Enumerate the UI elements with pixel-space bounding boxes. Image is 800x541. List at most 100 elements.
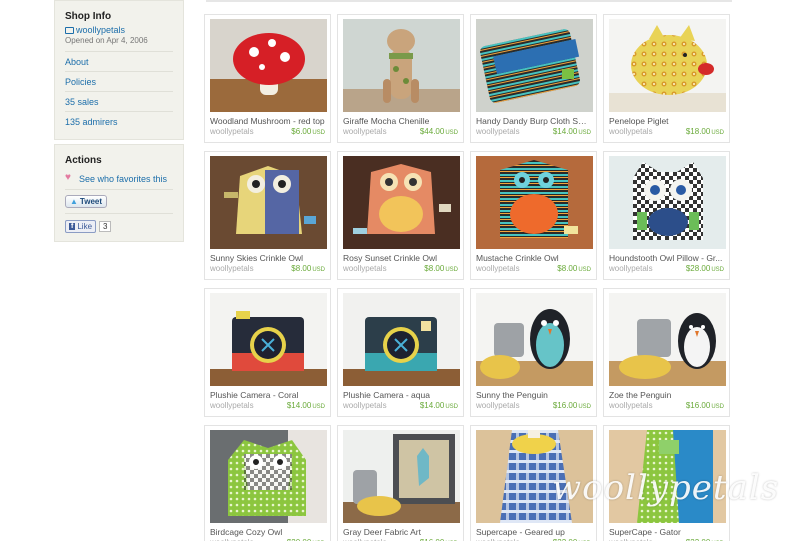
listing-title[interactable]: Sunny the Penguin — [476, 390, 591, 400]
listing-currency: USD — [312, 267, 325, 273]
sales-link[interactable]: 35 sales — [65, 91, 173, 111]
listing-title[interactable]: Gray Deer Fabric Art — [343, 527, 458, 537]
listing-card[interactable]: Sunny Skies Crinkle Owl woollypetals $8.00… — [204, 151, 331, 280]
listing-card[interactable]: Giraffe Mocha Chenille woollypetals $44.00… — [337, 14, 464, 143]
shop-info-panel: Shop Info woollypetals Opened on Apr 4, … — [54, 0, 184, 140]
admirers-link[interactable]: 135 admirers — [65, 111, 173, 131]
favorites-row[interactable]: See who favorites this — [65, 169, 173, 190]
listing-card[interactable]: Rosy Sunset Crinkle Owl woollypetals $8.00… — [337, 151, 464, 280]
listing-thumbnail[interactable] — [609, 19, 726, 112]
listing-currency: USD — [312, 130, 325, 136]
listing-price: $8.00 — [557, 264, 578, 273]
shop-name-link[interactable]: woollypetals — [65, 25, 173, 35]
listing-price: $28.00 — [685, 264, 711, 273]
listing-meta: woollypetals $14.00USD — [343, 401, 458, 410]
like-count: 3 — [99, 221, 112, 232]
listing-thumbnail[interactable] — [210, 156, 327, 249]
listing-thumbnail[interactable] — [476, 156, 593, 249]
tweet-label: Tweet — [79, 197, 102, 206]
opened-date: Opened on Apr 4, 2006 — [65, 36, 148, 45]
listing-thumbnail[interactable] — [210, 430, 327, 523]
listing-title[interactable]: Birdcage Cozy Owl — [210, 527, 325, 537]
listing-card[interactable]: Woodland Mushroom - red top woollypetals $… — [204, 14, 331, 143]
listing-title[interactable]: Houndstooth Owl Pillow - Gr... — [609, 253, 724, 263]
listing-title[interactable]: Mustache Crinkle Owl — [476, 253, 591, 263]
listing-thumbnail[interactable] — [343, 156, 460, 249]
listing-card[interactable]: Penelope Piglet woollypetals $18.00USD — [603, 14, 730, 143]
listing-meta: woollypetals $6.00USD — [210, 127, 325, 136]
listing-thumbnail[interactable] — [476, 19, 593, 112]
listing-price-wrap: $44.00USD — [420, 127, 458, 136]
listing-seller[interactable]: woollypetals — [476, 127, 520, 136]
shop-icon — [65, 26, 74, 34]
listing-card[interactable]: Handy Dandy Burp Cloth Set ... woollypeta… — [470, 14, 597, 143]
listing-title[interactable]: Zoe the Penguin — [609, 390, 724, 400]
actions-title: Actions — [65, 155, 102, 166]
like-label: Like — [77, 222, 93, 231]
tweet-button[interactable]: ▲ Tweet — [65, 195, 107, 208]
listing-price-wrap: $14.00USD — [420, 401, 458, 410]
like-row: f Like 3 — [65, 220, 173, 233]
listing-title[interactable]: Giraffe Mocha Chenille — [343, 116, 458, 126]
shop-name: woollypetals — [76, 25, 126, 35]
listing-thumbnail[interactable] — [343, 430, 460, 523]
tweet-row: ▲ Tweet — [65, 190, 173, 214]
like-button[interactable]: f Like — [65, 220, 97, 233]
listing-price-wrap: $16.00USD — [686, 401, 724, 410]
listing-card[interactable]: Houndstooth Owl Pillow - Gr... woollypeta… — [603, 151, 730, 280]
listing-thumbnail[interactable] — [210, 293, 327, 386]
listing-card[interactable]: Plushie Camera - Coral woollypetals $14.00… — [204, 288, 331, 417]
listing-card[interactable]: Zoe the Penguin woollypetals $16.00USD — [603, 288, 730, 417]
facebook-icon: f — [69, 223, 76, 230]
listing-currency: USD — [445, 130, 458, 136]
listing-currency: USD — [711, 130, 724, 136]
listing-price-wrap: $14.00USD — [287, 401, 325, 410]
listing-card[interactable]: Plushie Camera - aqua woollypetals $14.00U… — [337, 288, 464, 417]
listing-price: $8.00 — [424, 264, 445, 273]
listing-title[interactable]: Plushie Camera - aqua — [343, 390, 458, 400]
listing-seller[interactable]: woollypetals — [476, 401, 520, 410]
listing-seller[interactable]: woollypetals — [609, 264, 653, 273]
listing-price-wrap: $8.00USD — [291, 264, 325, 273]
listing-seller[interactable]: woollypetals — [609, 127, 653, 136]
listing-thumbnail[interactable] — [343, 19, 460, 112]
listing-title[interactable]: Handy Dandy Burp Cloth Set ... — [476, 116, 591, 126]
twitter-bird-icon: ▲ — [70, 197, 78, 206]
listing-seller[interactable]: woollypetals — [210, 127, 254, 136]
listing-seller[interactable]: woollypetals — [343, 127, 387, 136]
listing-currency: USD — [312, 404, 325, 410]
listing-thumbnail[interactable] — [343, 293, 460, 386]
listing-seller[interactable]: woollypetals — [210, 264, 254, 273]
listing-title[interactable]: Rosy Sunset Crinkle Owl — [343, 253, 458, 263]
listing-seller[interactable]: woollypetals — [609, 401, 653, 410]
listing-title[interactable]: Supercape - Geared up — [476, 527, 591, 537]
listing-seller[interactable]: woollypetals — [210, 401, 254, 410]
listing-card[interactable]: Sunny the Penguin woollypetals $16.00USD — [470, 288, 597, 417]
listing-thumbnail[interactable] — [210, 19, 327, 112]
listing-thumbnail[interactable] — [476, 293, 593, 386]
listing-thumbnail[interactable] — [609, 293, 726, 386]
listing-card[interactable]: Gray Deer Fabric Artwoollypetals$16.00US… — [337, 425, 464, 541]
listing-price: $14.00 — [286, 401, 312, 410]
listing-price-wrap: $28.00USD — [686, 264, 724, 273]
listing-title[interactable]: Sunny Skies Crinkle Owl — [210, 253, 325, 263]
listing-seller[interactable]: woollypetals — [476, 264, 520, 273]
listing-title[interactable]: Woodland Mushroom - red top — [210, 116, 325, 126]
listing-price-wrap: $6.00USD — [291, 127, 325, 136]
listing-price-wrap: $8.00USD — [424, 264, 458, 273]
actions-panel: Actions See who favorites this ▲ Tweet f… — [54, 144, 184, 242]
listing-price-wrap: $18.00USD — [686, 127, 724, 136]
listing-card[interactable]: Mustache Crinkle Owl woollypetals $8.00USD — [470, 151, 597, 280]
about-link[interactable]: About — [65, 51, 173, 71]
listing-title[interactable]: SuperCape - Gator — [609, 527, 724, 537]
listing-seller[interactable]: woollypetals — [343, 264, 387, 273]
listing-title[interactable]: Penelope Piglet — [609, 116, 724, 126]
listing-thumbnail[interactable] — [609, 156, 726, 249]
listing-price: $44.00 — [419, 127, 445, 136]
listing-seller[interactable]: woollypetals — [343, 401, 387, 410]
favorites-link[interactable]: See who favorites this — [79, 174, 167, 184]
policies-link[interactable]: Policies — [65, 71, 173, 91]
listing-card[interactable]: Birdcage Cozy Owlwoollypetals$20.00USD — [204, 425, 331, 541]
listing-title[interactable]: Plushie Camera - Coral — [210, 390, 325, 400]
listing-meta: woollypetals $8.00USD — [210, 264, 325, 273]
